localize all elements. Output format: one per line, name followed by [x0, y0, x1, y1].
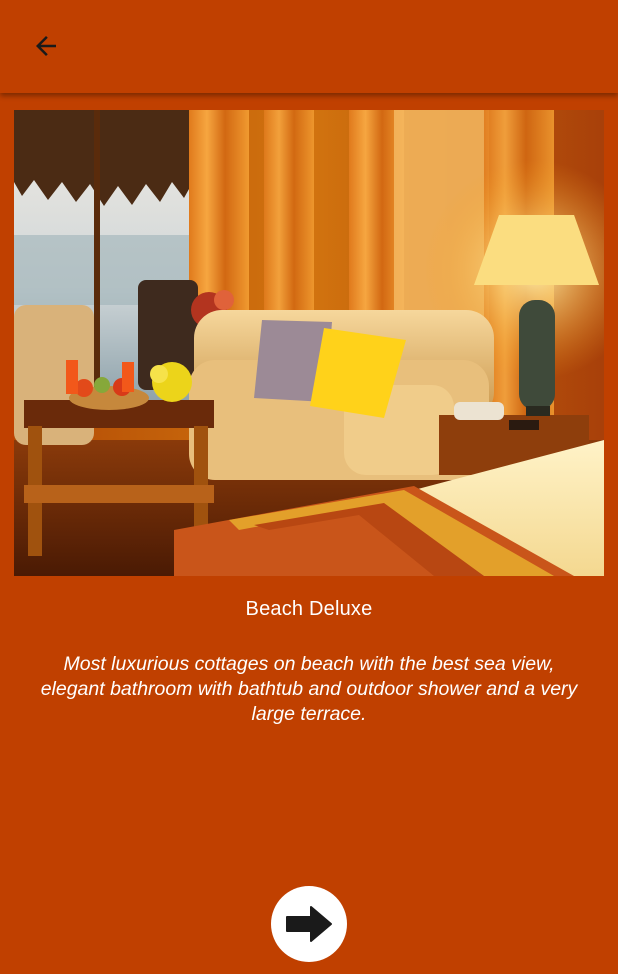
room-illustration — [14, 110, 604, 576]
arrow-right-icon — [286, 906, 332, 942]
room-photo — [14, 110, 604, 576]
room-description: Most luxurious cottages on beach with th… — [40, 653, 578, 725]
arrow-back-icon — [36, 36, 56, 56]
back-button[interactable] — [22, 22, 70, 70]
room-title: Beach Deluxe — [245, 598, 373, 620]
next-button[interactable] — [271, 886, 347, 962]
app-bar — [0, 0, 618, 93]
app-screen: Beach Deluxe Most luxurious cottages on … — [0, 0, 618, 974]
